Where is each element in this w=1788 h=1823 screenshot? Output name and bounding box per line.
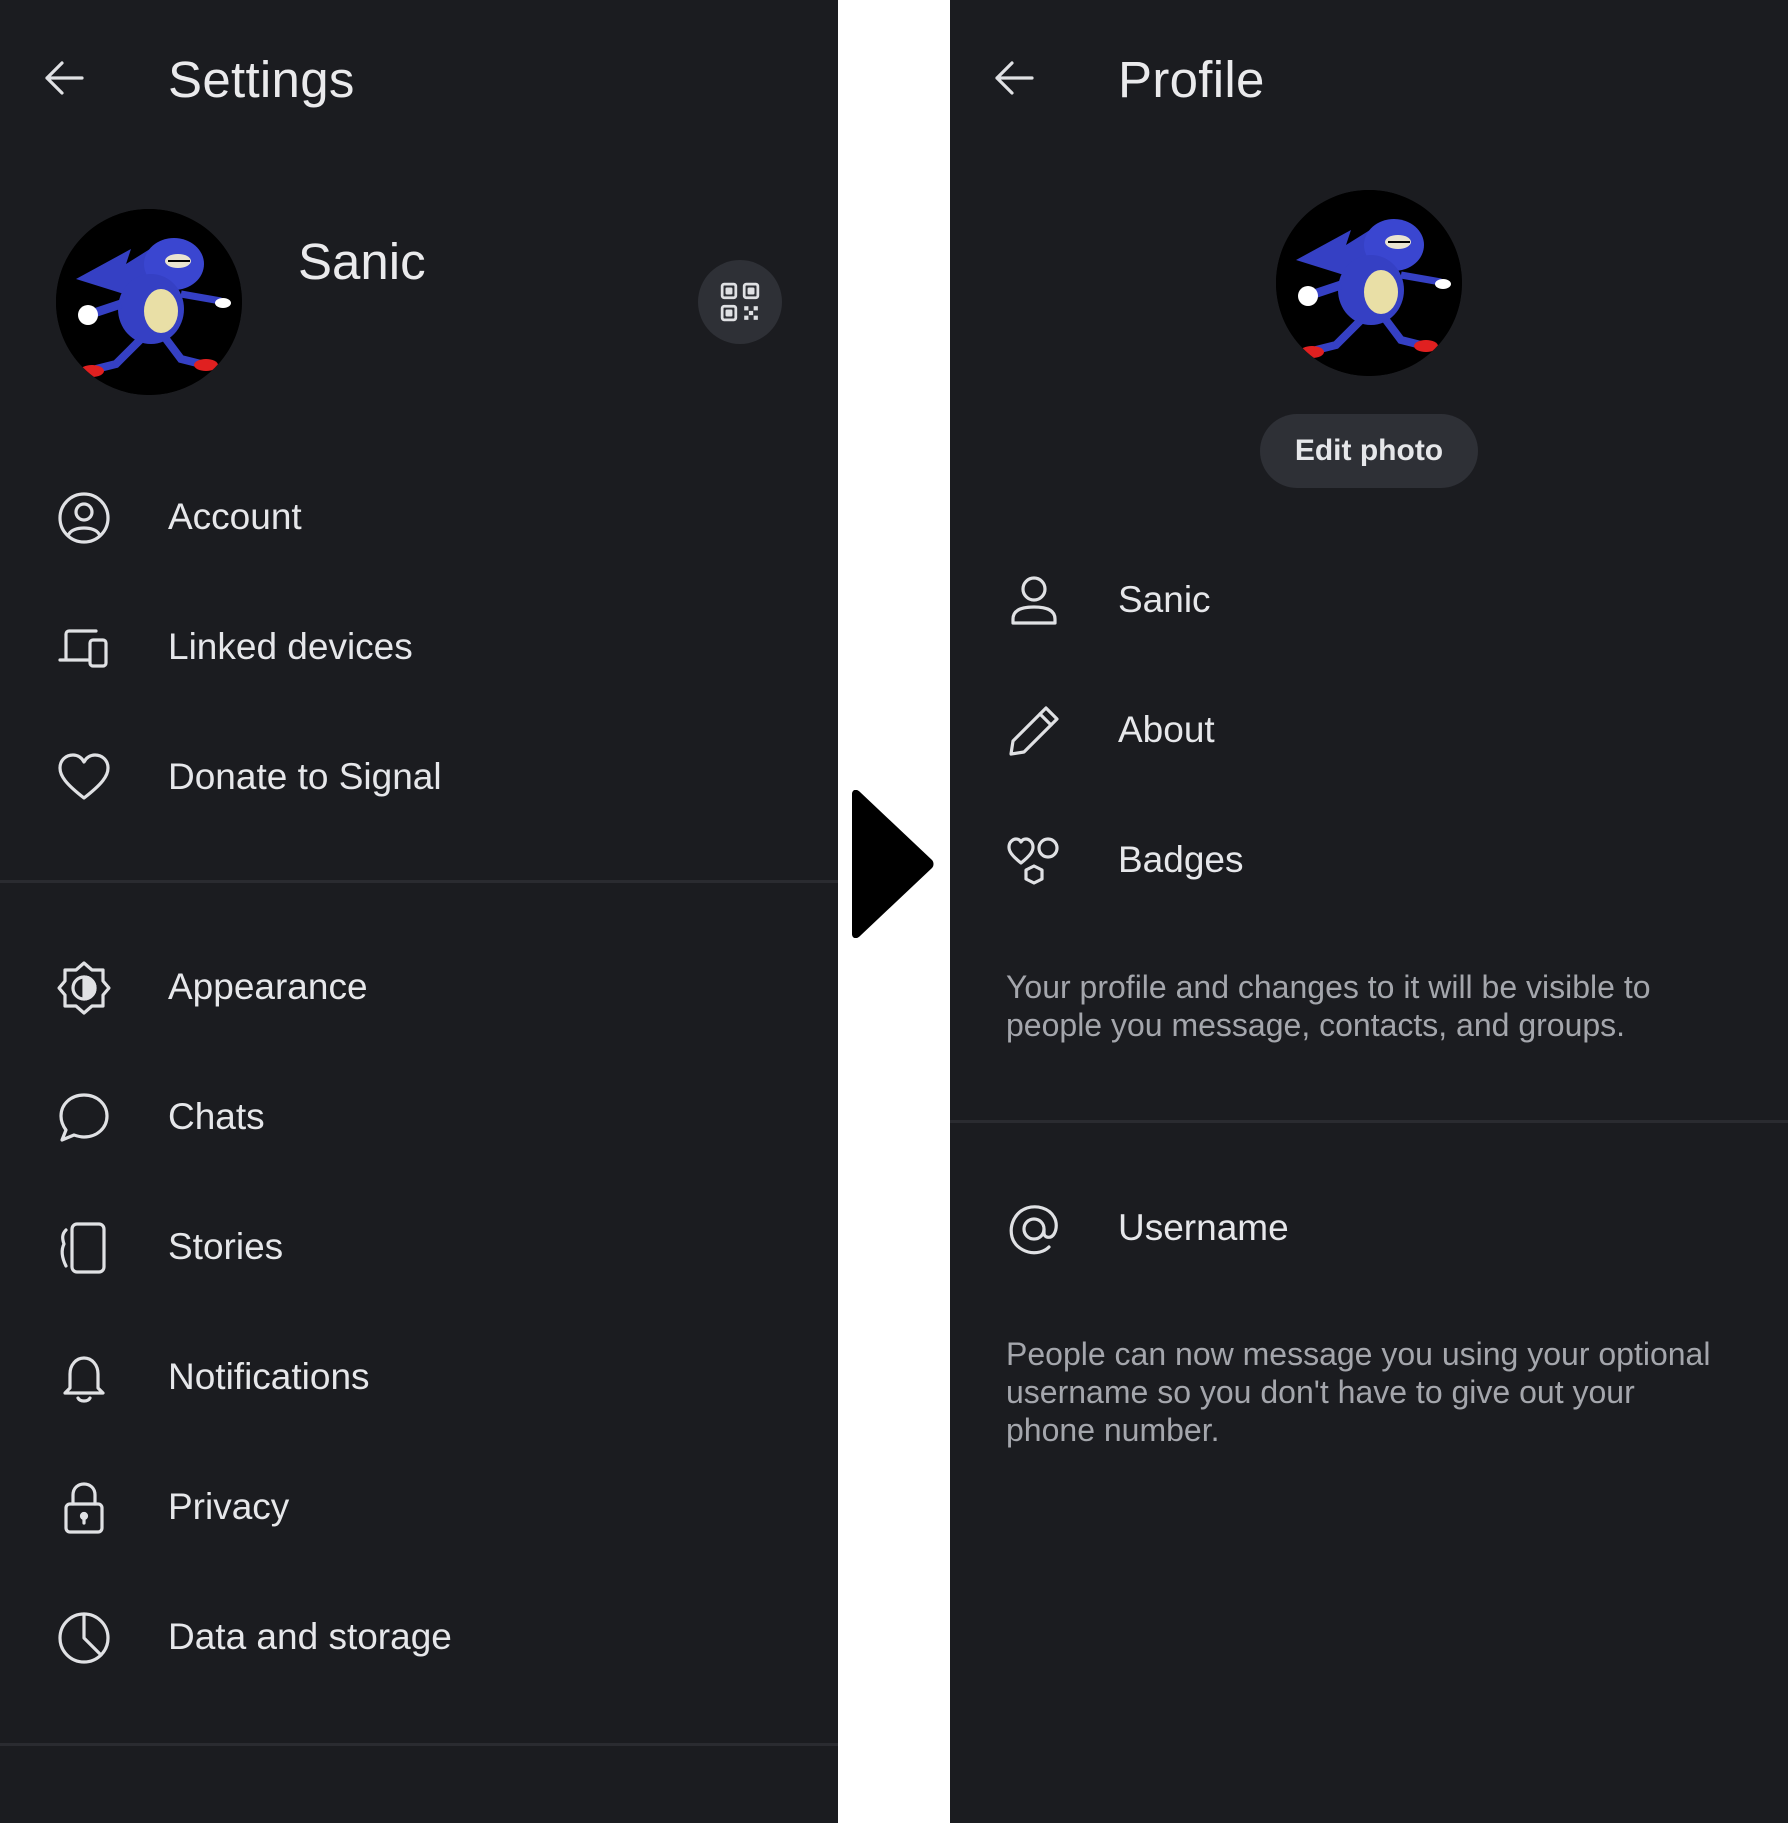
qr-code-button[interactable] <box>698 260 782 344</box>
profile-item-label: Badges <box>1118 839 1244 880</box>
at-sign-icon <box>1009 1205 1058 1255</box>
stories-icon <box>60 1222 106 1274</box>
menu-item-label: Linked devices <box>168 626 413 667</box>
profile-screen: Profile Edit photo Sanic About Badges Yo… <box>950 0 1788 1823</box>
menu-item-notifications[interactable]: Notifications <box>0 1323 838 1433</box>
pencil-icon <box>1009 706 1059 756</box>
page-title: Settings <box>168 51 355 108</box>
account-icon <box>58 492 110 544</box>
linked-devices-icon <box>58 629 108 668</box>
back-arrow-icon[interactable] <box>992 56 1036 100</box>
profile-item-label: Sanic <box>1118 579 1211 620</box>
section-divider <box>0 880 838 883</box>
appearance-icon <box>57 961 111 1015</box>
profile-item-badges[interactable]: Badges <box>950 806 1788 916</box>
menu-item-donate[interactable]: Donate to Signal <box>0 723 838 833</box>
menu-item-label: Donate to Signal <box>168 756 442 797</box>
profile-item-label: Username <box>1118 1207 1289 1248</box>
profile-visibility-note: Your profile and changes to it will be v… <box>1006 969 1651 1043</box>
menu-item-label: Chats <box>168 1096 265 1137</box>
edit-photo-button[interactable]: Edit photo <box>1260 414 1478 488</box>
menu-item-label: Data and storage <box>168 1616 452 1657</box>
settings-top-bar: Settings <box>0 0 838 160</box>
profile-item-name[interactable]: Sanic <box>950 546 1788 656</box>
person-icon <box>1011 576 1057 625</box>
menu-item-appearance[interactable]: Appearance <box>0 933 838 1043</box>
menu-item-privacy[interactable]: Privacy <box>0 1453 838 1563</box>
menu-item-account[interactable]: Account <box>0 463 838 573</box>
sanic-avatar-icon <box>1276 190 1462 376</box>
menu-item-stories[interactable]: Stories <box>0 1193 838 1303</box>
profile-item-about[interactable]: About <box>950 676 1788 786</box>
menu-item-label: Stories <box>168 1226 284 1267</box>
menu-item-linked-devices[interactable]: Linked devices <box>0 593 838 703</box>
heart-icon <box>58 753 110 800</box>
username-info-note: People can now message you using your op… <box>1006 1336 1711 1448</box>
badges-icon <box>1007 837 1059 885</box>
menu-item-label: Appearance <box>168 966 368 1007</box>
menu-item-label: Account <box>168 496 302 537</box>
avatar[interactable] <box>56 209 242 395</box>
chat-bubble-icon <box>59 1093 109 1142</box>
section-divider <box>0 1743 838 1746</box>
profile-item-username[interactable]: Username <box>950 1174 1788 1284</box>
sanic-avatar-icon <box>56 209 242 395</box>
section-divider <box>950 1120 1788 1123</box>
pie-chart-icon <box>58 1612 110 1664</box>
profile-top-bar: Profile <box>950 0 1788 160</box>
avatar[interactable] <box>1276 190 1462 376</box>
play-arrow-icon <box>852 790 934 938</box>
profile-name[interactable]: Sanic <box>298 232 426 291</box>
menu-item-chats[interactable]: Chats <box>0 1063 838 1173</box>
menu-item-data-storage[interactable]: Data and storage <box>0 1583 838 1693</box>
settings-screen: Settings Sanic Account Linked devices Do… <box>0 0 838 1823</box>
lock-icon <box>64 1482 104 1534</box>
page-title: Profile <box>1118 51 1265 108</box>
menu-item-label: Notifications <box>168 1356 370 1397</box>
menu-item-label: Privacy <box>168 1486 290 1527</box>
back-arrow-icon[interactable] <box>42 56 86 100</box>
qr-code-icon <box>720 282 760 322</box>
profile-item-label: About <box>1118 709 1215 750</box>
bell-icon <box>63 1356 105 1403</box>
